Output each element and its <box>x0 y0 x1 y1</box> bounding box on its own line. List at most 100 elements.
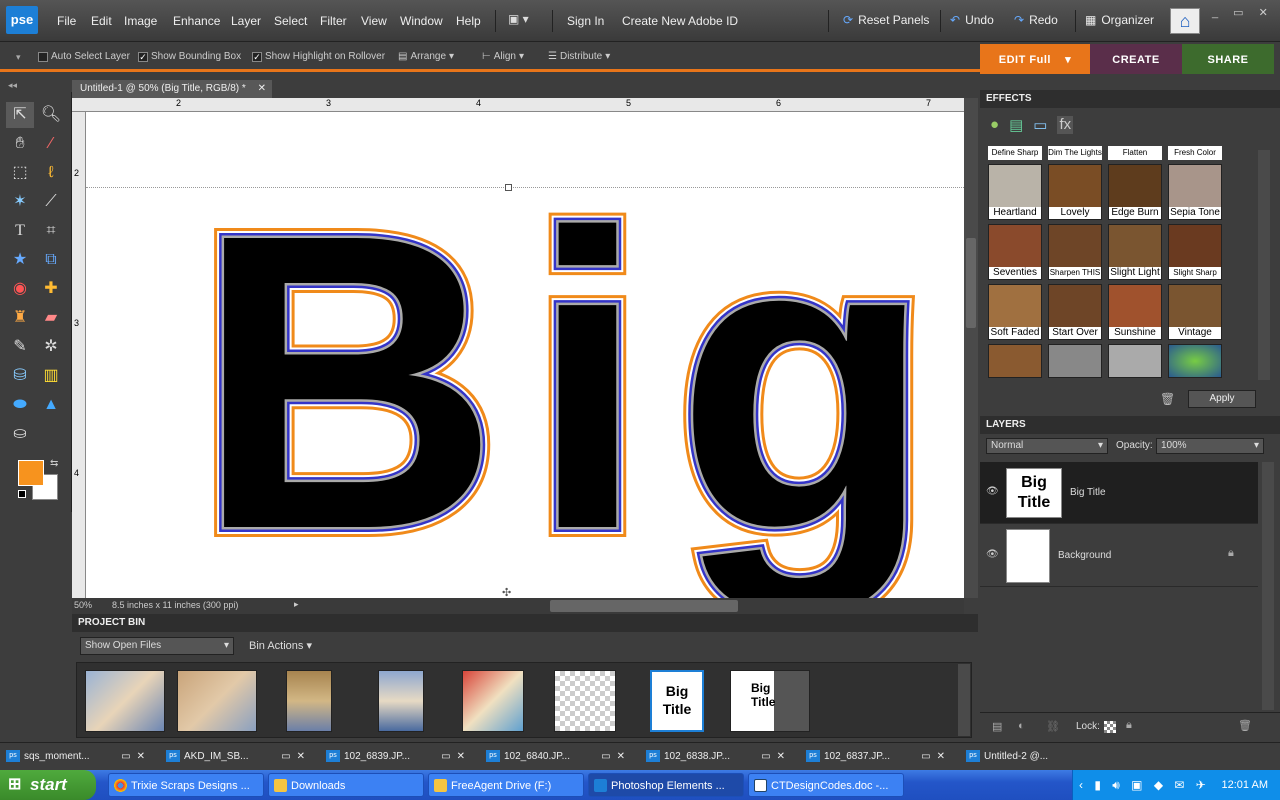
move-tool-icon[interactable]: ⇱ <box>6 102 34 128</box>
delete-layer-icon[interactable]: 🗑︎ <box>1238 719 1252 732</box>
visibility-eye-icon[interactable]: 👁︎ <box>986 486 999 497</box>
effect-sharpen-this[interactable]: Sharpen THIS <box>1048 224 1102 280</box>
crop-tool-icon[interactable]: ⌗ <box>37 218 65 244</box>
tab-edit-full[interactable]: EDIT Full ▾ <box>980 44 1090 74</box>
magic-wand-tool-icon[interactable]: ✶ <box>6 189 34 215</box>
effect-label[interactable]: Flatten <box>1108 146 1162 160</box>
organizer-button[interactable]: ▦ Organizer <box>1085 13 1154 27</box>
start-button[interactable]: ⊞ start <box>0 770 96 800</box>
lasso-tool-icon[interactable]: ℓ <box>37 160 65 186</box>
menu-edit[interactable]: Edit <box>91 14 112 28</box>
effect-sunshine[interactable]: Sunshine <box>1108 284 1162 340</box>
auto-select-layer-checkbox[interactable]: Auto Select Layer <box>38 51 130 62</box>
effects-scrollbar[interactable] <box>1258 150 1270 380</box>
brush-tool-icon[interactable]: ✎ <box>6 334 34 360</box>
default-colors-icon[interactable] <box>18 490 26 498</box>
healing-brush-tool-icon[interactable]: ✚ <box>37 276 65 302</box>
trash-icon[interactable]: 🗑︎ <box>1160 392 1175 406</box>
effect-start-over[interactable]: Start Over <box>1048 284 1102 340</box>
adjustment-layer-icon[interactable]: ◐ <box>1018 720 1025 732</box>
create-adobe-id-link[interactable]: Create New Adobe ID <box>622 14 738 28</box>
menu-file[interactable]: File <box>57 14 76 28</box>
status-menu-icon[interactable]: ▸ <box>294 599 299 610</box>
menu-help[interactable]: Help <box>456 14 481 28</box>
link-layers-icon[interactable]: ⛓︎ <box>1046 720 1060 733</box>
red-eye-tool-icon[interactable]: ◉ <box>6 276 34 302</box>
zoom-tool-icon[interactable]: 🔍︎ <box>37 102 65 128</box>
open-doc-tab[interactable]: ps AKD_IM_SB... ▭✕ <box>162 746 317 766</box>
show-open-files-select[interactable]: Show Open Files ▾ <box>80 637 234 655</box>
menu-window[interactable]: Window <box>400 14 443 28</box>
tray-icons[interactable]: ‹ ▮ 🔊︎ ▣ ◆ ✉︎ ✈︎ <box>1079 770 1210 800</box>
menu-image[interactable]: Image <box>124 14 157 28</box>
task-freeagent[interactable]: FreeAgent Drive (F:) <box>428 773 584 797</box>
menu-view[interactable]: View <box>361 14 387 28</box>
effect-soft-faded[interactable]: Soft Faded <box>988 284 1042 340</box>
layer-styles-icon[interactable]: ▤ <box>1009 116 1023 134</box>
task-word-doc[interactable]: CTDesignCodes.doc -... <box>748 773 904 797</box>
type-tool-icon[interactable]: T <box>6 218 34 244</box>
horizontal-scrollbar-thumb[interactable] <box>550 600 738 612</box>
task-photoshop-elements[interactable]: Photoshop Elements ... <box>588 773 744 797</box>
effect-vintage[interactable]: Vintage <box>1168 284 1222 340</box>
redo-button[interactable]: ↷ Redo <box>1014 13 1058 27</box>
layers-scrollbar[interactable] <box>1262 462 1274 710</box>
bin-thumbnail[interactable] <box>462 670 524 732</box>
bin-thumbnail[interactable] <box>554 670 616 732</box>
lock-all-icon[interactable]: 🔒︎ <box>1126 719 1132 732</box>
hand-tool-icon[interactable]: ✋︎ <box>6 131 34 157</box>
effect-thumbnail[interactable] <box>1048 344 1102 378</box>
photo-effects-icon[interactable]: ▭ <box>1033 116 1047 134</box>
new-layer-icon[interactable]: ▤ <box>992 720 1002 733</box>
layer-row-big-title[interactable]: 👁︎ Big Title Big Title <box>980 462 1258 524</box>
effect-lovely[interactable]: Lovely <box>1048 164 1102 220</box>
blend-mode-select[interactable]: Normal ▾ <box>986 438 1108 454</box>
tool-preset-icon[interactable]: ▾ <box>16 52 21 63</box>
eyedropper-tool-icon[interactable]: ⁄ <box>37 131 65 157</box>
reset-panels-button[interactable]: ⟳ Reset Panels <box>843 13 929 27</box>
effect-heartland[interactable]: Heartland <box>988 164 1042 220</box>
effect-label[interactable]: Fresh Color <box>1168 146 1222 160</box>
arrange-dropdown[interactable]: ▤ Arrange ▾ <box>398 51 454 62</box>
effect-slight-light[interactable]: Slight Light <box>1108 224 1162 280</box>
effect-sepia-tone[interactable]: Sepia Tone <box>1168 164 1222 220</box>
home-icon[interactable]: ⌂ <box>1170 8 1200 34</box>
workspace-layout-icon[interactable]: ▣ ▾ <box>508 12 544 30</box>
bin-thumbnail[interactable] <box>85 670 165 732</box>
bin-scrollbar[interactable] <box>958 664 970 736</box>
bin-thumbnail[interactable] <box>378 670 424 732</box>
effect-thumbnail[interactable] <box>1108 344 1162 378</box>
close-doc-icon[interactable]: ✕ <box>258 80 266 98</box>
move-handle-icon[interactable]: ✣ <box>502 586 511 598</box>
marquee-tool-icon[interactable]: ⬚ <box>6 160 34 186</box>
eraser-tool-icon[interactable]: ▰ <box>37 305 65 331</box>
effect-label[interactable]: Dim The Lights <box>1048 146 1102 160</box>
foreground-color-swatch[interactable] <box>18 460 44 486</box>
gradient-tool-icon[interactable]: ▥ <box>37 363 65 389</box>
bin-actions-menu[interactable]: Bin Actions ▾ <box>249 639 312 652</box>
effect-label[interactable]: Define Sharp <box>988 146 1042 160</box>
opacity-field[interactable]: 100% ▾ <box>1156 438 1264 454</box>
clone-stamp-tool-icon[interactable]: ♜ <box>6 305 34 331</box>
document-tab[interactable]: Untitled-1 @ 50% (Big Title, RGB/8) * ✕ <box>72 80 272 98</box>
bin-thumbnail[interactable]: Big Title <box>730 670 810 732</box>
swap-colors-icon[interactable]: ⇆ <box>50 458 58 469</box>
apply-button[interactable]: Apply <box>1188 390 1256 408</box>
effect-slight-sharp[interactable]: Slight Sharp <box>1168 224 1222 280</box>
task-downloads[interactable]: Downloads <box>268 773 424 797</box>
straighten-tool-icon[interactable]: ⧉ <box>37 247 65 273</box>
menu-filter[interactable]: Filter <box>320 14 347 28</box>
open-doc-tab[interactable]: ps 102_6839.JP... ▭✕ <box>322 746 477 766</box>
sign-in-link[interactable]: Sign In <box>567 14 604 28</box>
zoom-level[interactable]: 50% <box>74 600 92 610</box>
fx-icon[interactable]: fx <box>1057 116 1074 134</box>
menu-select[interactable]: Select <box>274 14 307 28</box>
window-controls[interactable]: _ ▭ ✕ <box>1212 6 1274 19</box>
show-highlight-checkbox[interactable]: ✓ Show Highlight on Rollover <box>252 51 385 62</box>
align-dropdown[interactable]: ⊢ Align ▾ <box>482 51 524 62</box>
effect-seventies[interactable]: Seventies <box>988 224 1042 280</box>
bin-thumbnail-selected[interactable]: Big Title <box>650 670 704 732</box>
blur-tool-icon[interactable]: ▲ <box>37 392 65 418</box>
visibility-eye-icon[interactable]: 👁︎ <box>986 549 999 560</box>
effect-edge-burn[interactable]: Edge Burn <box>1108 164 1162 220</box>
